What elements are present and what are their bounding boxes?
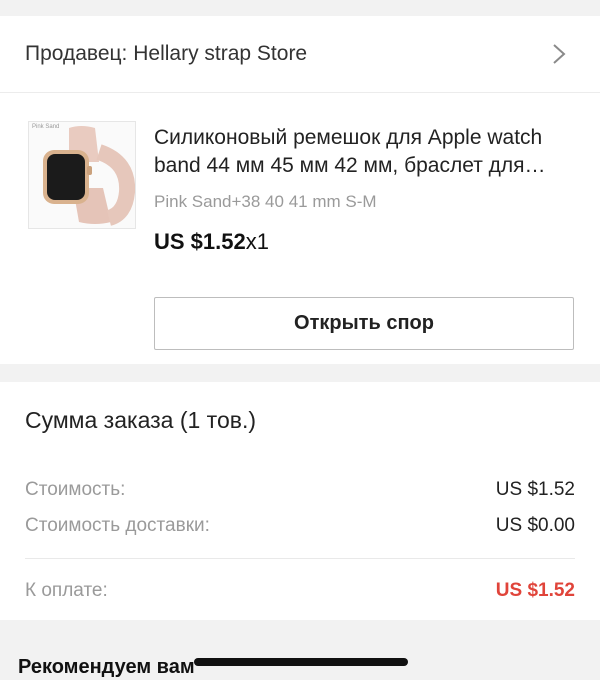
product-image[interactable]: Pink Sand xyxy=(28,121,136,229)
product-quantity: x1 xyxy=(245,229,269,254)
cost-label: Стоимость: xyxy=(25,479,126,500)
total-label: К оплате: xyxy=(25,580,108,601)
product-image-tag: Pink Sand xyxy=(32,124,60,130)
product-block: Pink Sand Силиконовый ремешок для Apple … xyxy=(0,93,600,364)
cost-row: Стоимость: US $1.52 xyxy=(25,479,575,501)
shipping-label: Стоимость доставки: xyxy=(25,515,210,536)
product-variant: Pink Sand+38 40 41 mm S-M xyxy=(154,192,377,211)
seller-label: Продавец: Hellary strap Store xyxy=(25,42,308,65)
seller-row[interactable]: Продавец: Hellary strap Store xyxy=(0,16,600,93)
watch-image xyxy=(43,126,135,226)
summary-title: Сумма заказа (1 тов.) xyxy=(25,407,256,433)
cost-value: US $1.52 xyxy=(495,479,575,500)
open-dispute-button[interactable]: Открыть спор xyxy=(154,297,574,350)
home-indicator[interactable] xyxy=(194,658,408,666)
order-summary: Сумма заказа (1 тов.) Стоимость: US $1.5… xyxy=(0,382,600,620)
total-value: US $1.52 xyxy=(495,580,575,601)
shipping-row: Стоимость доставки: US $0.00 xyxy=(25,515,575,537)
shipping-value: US $0.00 xyxy=(495,515,575,536)
recommend-title: Рекомендуем вам xyxy=(18,656,195,678)
product-price-line: US $1.52x1 xyxy=(154,229,269,255)
chevron-right-icon xyxy=(553,44,566,64)
summary-divider xyxy=(25,558,575,559)
total-row: К оплате: US $1.52 xyxy=(25,580,575,602)
product-price: US $1.52 xyxy=(154,229,246,254)
product-title[interactable]: Силиконовый ремешок для Apple watch band… xyxy=(154,124,584,180)
